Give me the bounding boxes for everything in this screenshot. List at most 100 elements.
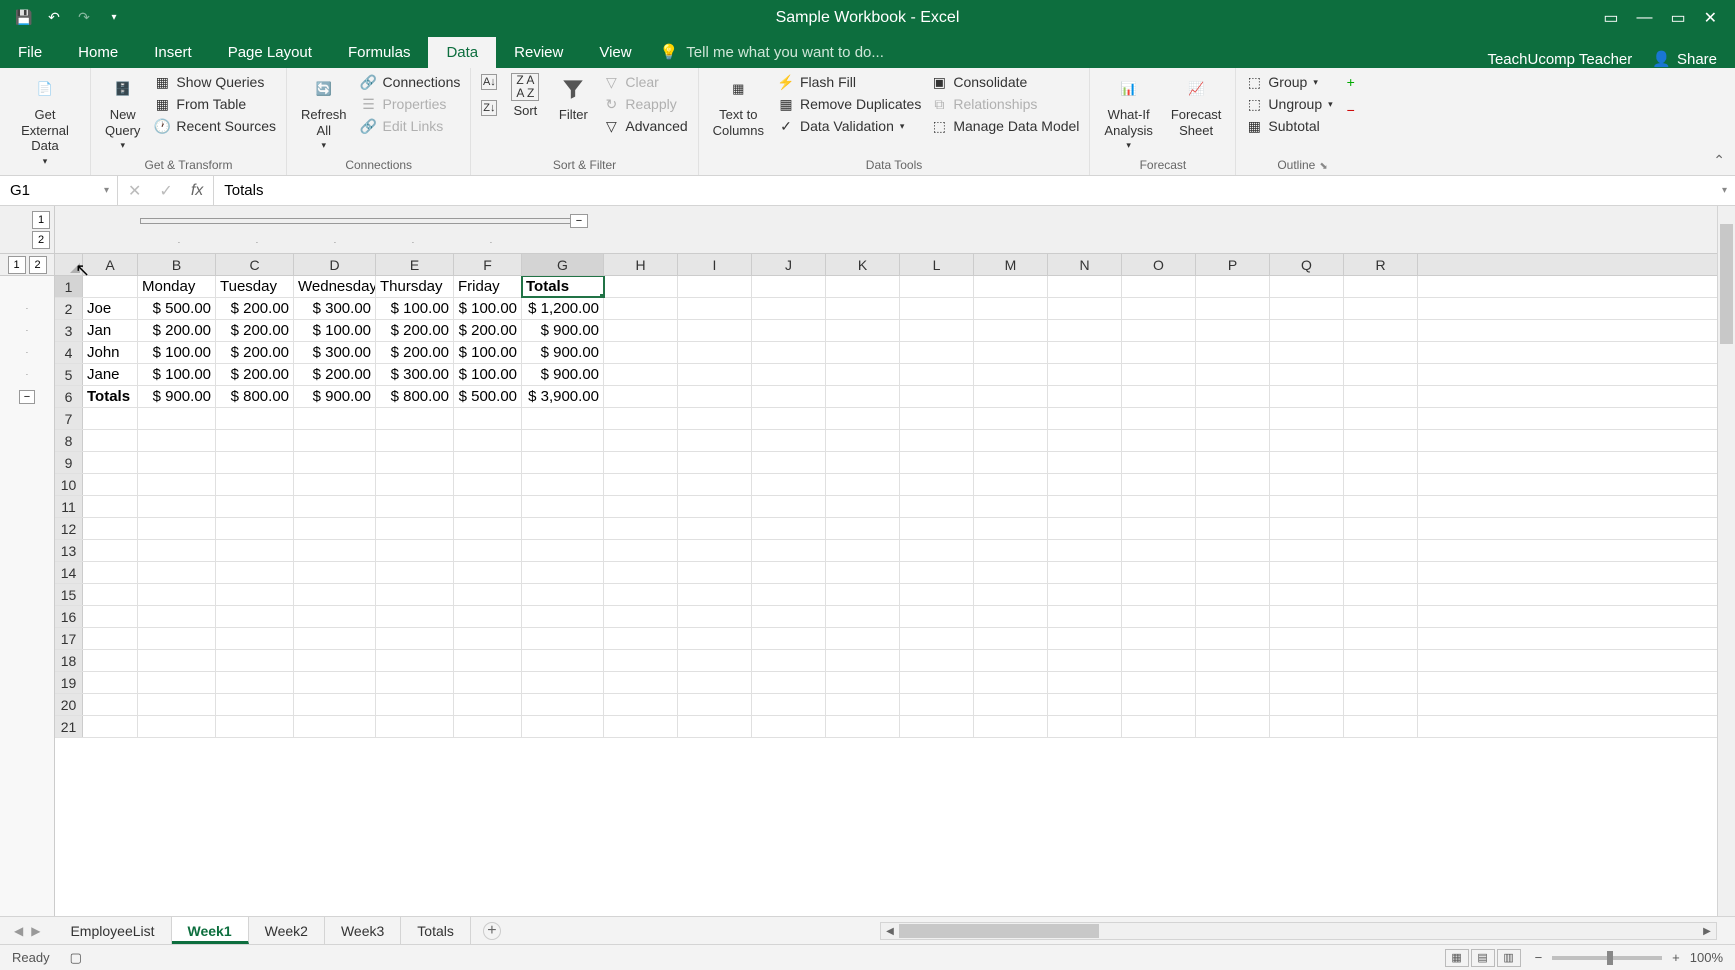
cell-E14[interactable] [376, 562, 454, 583]
manage-data-model-button[interactable]: ⬚Manage Data Model [931, 117, 1079, 135]
cell-O1[interactable] [1122, 276, 1196, 297]
cell-F14[interactable] [454, 562, 522, 583]
cell-R20[interactable] [1344, 694, 1418, 715]
cell-E6[interactable]: $ 800.00 [376, 386, 454, 407]
cell-B2[interactable]: $ 500.00 [138, 298, 216, 319]
cell-M5[interactable] [974, 364, 1048, 385]
cell-R7[interactable] [1344, 408, 1418, 429]
cell-O7[interactable] [1122, 408, 1196, 429]
cell-N2[interactable] [1048, 298, 1122, 319]
advanced-filter-button[interactable]: ▽Advanced [603, 117, 687, 135]
cell-A7[interactable] [83, 408, 138, 429]
cell-I1[interactable] [678, 276, 752, 297]
cell-Q4[interactable] [1270, 342, 1344, 363]
cell-E9[interactable] [376, 452, 454, 473]
cell-Q20[interactable] [1270, 694, 1344, 715]
row-header-12[interactable]: 12 [55, 518, 83, 539]
cell-L9[interactable] [900, 452, 974, 473]
cell-B17[interactable] [138, 628, 216, 649]
close-icon[interactable]: ✕ [1704, 8, 1717, 28]
cell-M21[interactable] [974, 716, 1048, 737]
row-header-8[interactable]: 8 [55, 430, 83, 451]
cell-G7[interactable] [522, 408, 604, 429]
cell-D2[interactable]: $ 300.00 [294, 298, 376, 319]
cell-B21[interactable] [138, 716, 216, 737]
cell-Q8[interactable] [1270, 430, 1344, 451]
column-header-P[interactable]: P [1196, 254, 1270, 275]
cell-K7[interactable] [826, 408, 900, 429]
cell-M4[interactable] [974, 342, 1048, 363]
row-header-13[interactable]: 13 [55, 540, 83, 561]
cell-M14[interactable] [974, 562, 1048, 583]
column-header-H[interactable]: H [604, 254, 678, 275]
cell-E4[interactable]: $ 200.00 [376, 342, 454, 363]
cell-K1[interactable] [826, 276, 900, 297]
cell-A17[interactable] [83, 628, 138, 649]
outline-dialog-launcher[interactable]: ⬊ [1319, 161, 1327, 172]
cell-Q1[interactable] [1270, 276, 1344, 297]
cell-L20[interactable] [900, 694, 974, 715]
cell-K2[interactable] [826, 298, 900, 319]
cell-F3[interactable]: $ 200.00 [454, 320, 522, 341]
cell-F5[interactable]: $ 100.00 [454, 364, 522, 385]
cell-C2[interactable]: $ 200.00 [216, 298, 294, 319]
cell-F8[interactable] [454, 430, 522, 451]
cell-J18[interactable] [752, 650, 826, 671]
cell-L21[interactable] [900, 716, 974, 737]
column-header-B[interactable]: B [138, 254, 216, 275]
cell-K8[interactable] [826, 430, 900, 451]
cell-G3[interactable]: $ 900.00 [522, 320, 604, 341]
cell-C9[interactable] [216, 452, 294, 473]
cell-H18[interactable] [604, 650, 678, 671]
cell-C7[interactable] [216, 408, 294, 429]
cell-F18[interactable] [454, 650, 522, 671]
cell-A2[interactable]: Joe [83, 298, 138, 319]
column-header-A[interactable]: A [83, 254, 138, 275]
cell-B10[interactable] [138, 474, 216, 495]
cell-D12[interactable] [294, 518, 376, 539]
cell-G8[interactable] [522, 430, 604, 451]
cell-I9[interactable] [678, 452, 752, 473]
zoom-slider-handle[interactable] [1607, 951, 1613, 965]
cell-D5[interactable]: $ 200.00 [294, 364, 376, 385]
cell-A9[interactable] [83, 452, 138, 473]
cell-F15[interactable] [454, 584, 522, 605]
cell-O19[interactable] [1122, 672, 1196, 693]
cell-B16[interactable] [138, 606, 216, 627]
cell-B11[interactable] [138, 496, 216, 517]
cell-C17[interactable] [216, 628, 294, 649]
cell-R9[interactable] [1344, 452, 1418, 473]
cell-K19[interactable] [826, 672, 900, 693]
cell-D19[interactable] [294, 672, 376, 693]
cell-E10[interactable] [376, 474, 454, 495]
cell-O12[interactable] [1122, 518, 1196, 539]
zoom-slider[interactable] [1552, 956, 1662, 960]
cell-P15[interactable] [1196, 584, 1270, 605]
cell-R11[interactable] [1344, 496, 1418, 517]
cell-G15[interactable] [522, 584, 604, 605]
cell-M1[interactable] [974, 276, 1048, 297]
cell-H12[interactable] [604, 518, 678, 539]
cell-A12[interactable] [83, 518, 138, 539]
cell-M8[interactable] [974, 430, 1048, 451]
cell-A10[interactable] [83, 474, 138, 495]
sort-desc-button[interactable]: Z↓ [481, 99, 497, 117]
cell-P17[interactable] [1196, 628, 1270, 649]
cell-I3[interactable] [678, 320, 752, 341]
cell-J17[interactable] [752, 628, 826, 649]
horizontal-scrollbar[interactable]: ◀ ▶ [880, 922, 1717, 940]
cell-M19[interactable] [974, 672, 1048, 693]
cell-O9[interactable] [1122, 452, 1196, 473]
tab-file[interactable]: File [0, 37, 60, 68]
vertical-scrollbar[interactable] [1717, 206, 1735, 916]
cell-H2[interactable] [604, 298, 678, 319]
tab-data[interactable]: Data [428, 37, 496, 68]
cell-C1[interactable]: Tuesday [216, 276, 294, 297]
cell-G11[interactable] [522, 496, 604, 517]
cell-E2[interactable]: $ 100.00 [376, 298, 454, 319]
cell-L18[interactable] [900, 650, 974, 671]
cell-E15[interactable] [376, 584, 454, 605]
cell-L7[interactable] [900, 408, 974, 429]
cell-G18[interactable] [522, 650, 604, 671]
cell-Q3[interactable] [1270, 320, 1344, 341]
